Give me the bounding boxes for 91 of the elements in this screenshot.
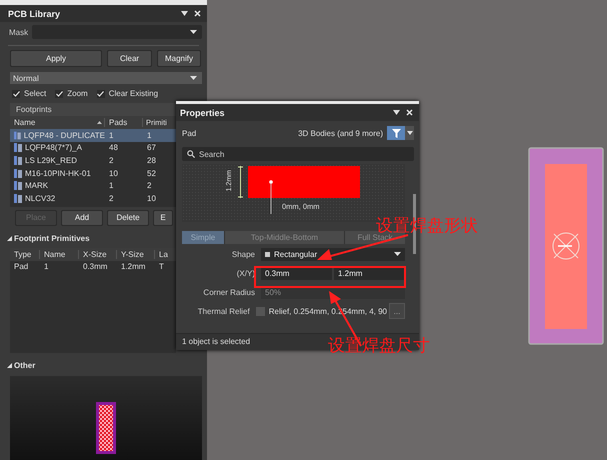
- close-icon[interactable]: [194, 10, 201, 17]
- search-icon: [187, 150, 195, 158]
- footprint-icon: [14, 194, 22, 203]
- table-cell: 10: [109, 168, 118, 178]
- more-button[interactable]: ...: [389, 303, 405, 319]
- primitive-row[interactable]: Pad 1 0.3mm 1.2mm T: [10, 260, 176, 274]
- section-header: Other: [14, 360, 36, 370]
- footprint-icon: [14, 130, 21, 140]
- table-cell-text: 0.3mm: [82, 262, 108, 272]
- table-cell: 10: [147, 194, 156, 203]
- footprint-row[interactable]: LQFP48 - DUPLICATE 1 1: [10, 129, 176, 142]
- footprint-icon: [14, 143, 22, 152]
- caret-icon: [394, 252, 401, 256]
- table-cell: 2: [109, 156, 114, 165]
- filter-button[interactable]: [387, 126, 405, 140]
- column-header[interactable]: Pads: [105, 118, 143, 127]
- caret-icon: [190, 30, 197, 34]
- field-label: Shape: [230, 250, 256, 258]
- mask-field[interactable]: [32, 25, 202, 39]
- field-label: Corner Radius: [202, 288, 256, 296]
- table-cell: LQFP48(7*7)_A: [25, 143, 82, 152]
- annotation-text: 设置焊盘形状: [376, 215, 478, 236]
- origin-marker: [269, 180, 273, 214]
- collapse-icon[interactable]: [7, 362, 12, 368]
- search-field[interactable]: Search: [182, 147, 414, 161]
- object-type: Pad: [182, 128, 196, 138]
- table-cell: 2: [147, 181, 152, 190]
- table-cell: 2: [109, 194, 114, 203]
- filter-dropdown[interactable]: [405, 126, 414, 140]
- collapse-icon[interactable]: [7, 236, 12, 241]
- checkbox[interactable]: [55, 90, 64, 98]
- table-cell: 1: [109, 181, 114, 190]
- footprint-row[interactable]: MARK 1 2: [10, 179, 176, 192]
- annotation-text: 设置焊盘尺寸: [328, 335, 430, 357]
- toolbar-button[interactable]: Apply: [10, 50, 102, 67]
- column-header[interactable]: Type: [10, 250, 40, 259]
- checkbox[interactable]: [256, 306, 265, 316]
- dropdown-icon[interactable]: [393, 110, 400, 115]
- column-header[interactable]: X-Size: [79, 250, 117, 259]
- search-input[interactable]: Search: [199, 150, 349, 158]
- table-cell: 67: [147, 143, 156, 152]
- table-cell: M16-10PIN-HK-01: [25, 168, 91, 178]
- table-cell-text: Pad: [13, 262, 30, 272]
- footprint-row[interactable]: M16-10PIN-HK-01 10 52: [10, 166, 176, 180]
- table-cell: LS L29K_RED: [25, 156, 78, 165]
- footprint-row[interactable]: LQFP48(7*7)_A 48 67: [10, 142, 176, 154]
- table-cell: 28: [147, 156, 156, 165]
- checkbox-label: Clear Existing: [108, 89, 158, 98]
- checkbox[interactable]: [96, 90, 105, 98]
- footprint-row[interactable]: NLCV32 2 10: [10, 192, 176, 205]
- panel-title: PCB Library: [8, 8, 60, 18]
- section-header: Footprint Primitives: [14, 234, 90, 243]
- table-cell-text: 1: [43, 262, 50, 272]
- table-cell: MARK: [25, 181, 48, 190]
- footprint-icon: [14, 168, 22, 178]
- dropdown-icon[interactable]: [181, 11, 188, 16]
- checkbox[interactable]: [12, 90, 20, 98]
- column-header[interactable]: Name: [10, 118, 105, 127]
- shape-dropdown[interactable]: Rectangular: [261, 248, 405, 260]
- caret-icon: [406, 131, 412, 135]
- action-button[interactable]: Add: [61, 210, 103, 226]
- mask-label: Mask: [9, 28, 28, 36]
- footprint-icon: [14, 156, 22, 165]
- mode-dropdown[interactable]: Normal: [10, 72, 202, 84]
- footprint-icon: [14, 181, 22, 190]
- field-label: Thermal Relief: [196, 306, 251, 316]
- caret-icon: [190, 76, 197, 80]
- checkbox-label: Select: [24, 89, 46, 98]
- checkbox-label: Zoom: [67, 89, 88, 98]
- table-cell: 48: [109, 143, 118, 152]
- action-button[interactable]: Delete: [107, 210, 149, 226]
- table-cell: 1: [109, 130, 114, 140]
- sort-icon: [97, 121, 102, 124]
- column-header[interactable]: Name: [40, 250, 79, 259]
- dimension-line: [238, 166, 243, 198]
- table-cell: LQFP48 - DUPLICATE: [24, 130, 105, 140]
- table-cell-text: 1.2mm: [120, 262, 146, 272]
- table-cell: NLCV32: [25, 194, 56, 203]
- action-button[interactable]: E: [153, 210, 173, 226]
- table-cell: 1: [147, 130, 152, 140]
- column-header[interactable]: La: [155, 250, 176, 259]
- pad-drawing: [96, 402, 116, 454]
- footprint-row[interactable]: LS L29K_RED 2 28: [10, 154, 176, 167]
- filter-icon: [392, 128, 400, 138]
- column-header[interactable]: Y-Size: [117, 250, 155, 259]
- filter-label: 3D Bodies (and 9 more): [298, 128, 383, 138]
- table-cell: 52: [147, 168, 156, 178]
- close-icon[interactable]: [406, 109, 413, 116]
- table-cell-text: T: [158, 262, 165, 272]
- toolbar-button[interactable]: Magnify: [157, 50, 201, 67]
- toolbar-button[interactable]: Clear: [107, 50, 152, 67]
